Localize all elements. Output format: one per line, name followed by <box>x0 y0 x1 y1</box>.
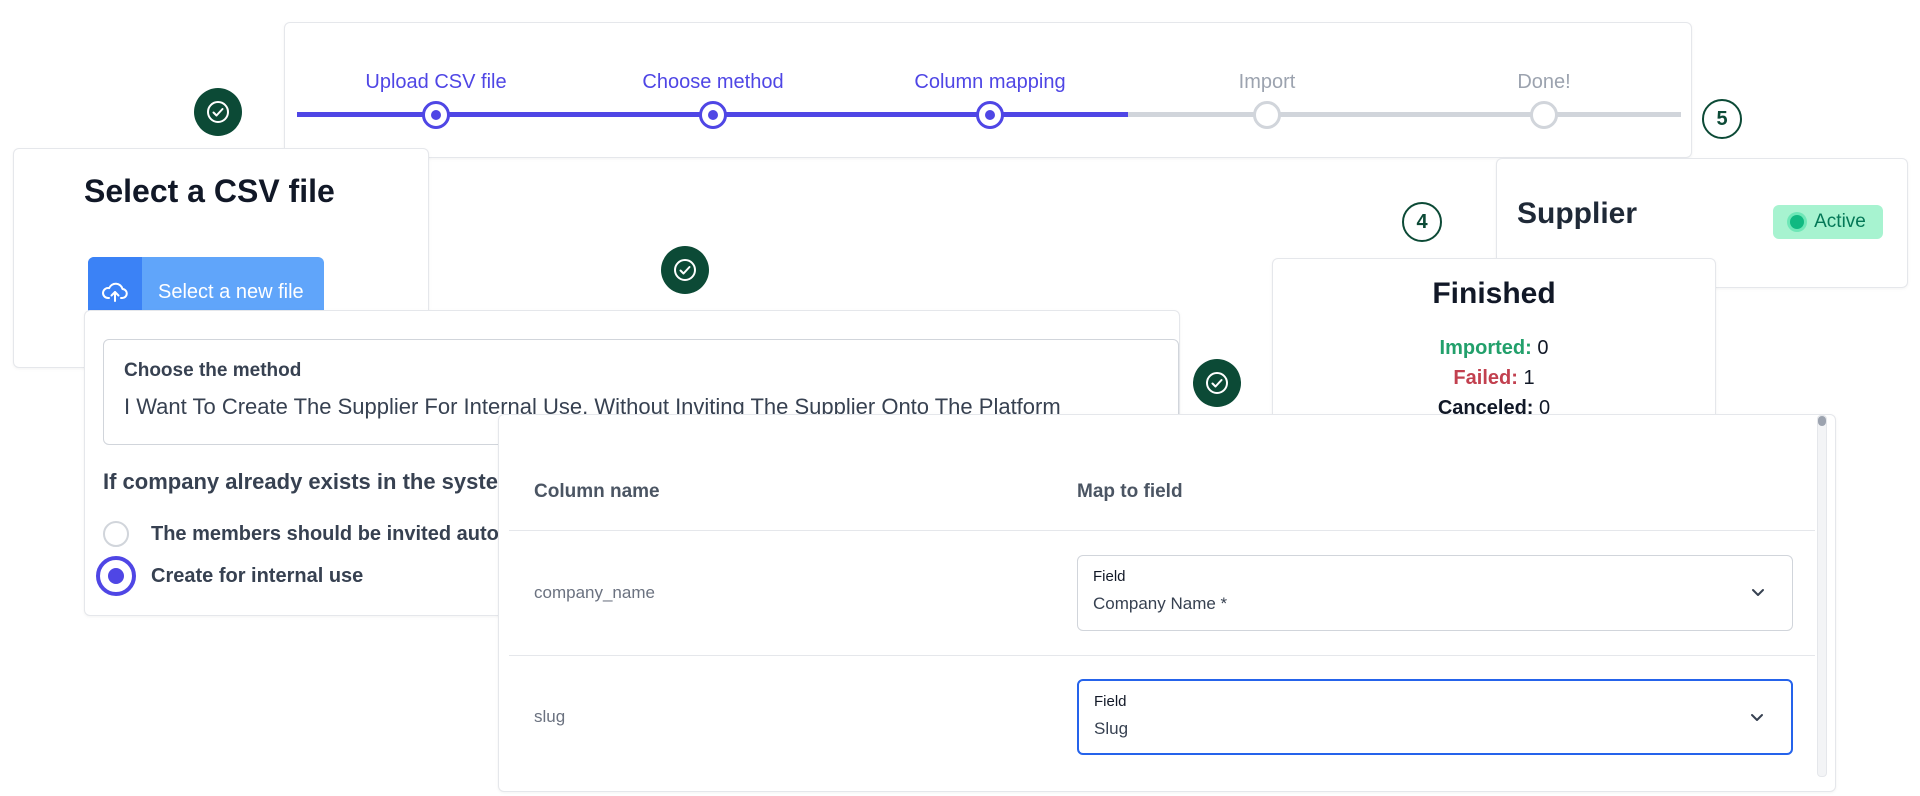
failed-value: 1 <box>1523 367 1535 389</box>
chevron-down-icon <box>1752 589 1764 596</box>
scrollbar-thumb[interactable] <box>1818 416 1826 426</box>
column-name-header: Column name <box>534 481 660 502</box>
field-select-label: Field <box>1094 693 1127 710</box>
chevron-down-icon <box>1751 714 1763 721</box>
radio-unselected[interactable] <box>103 521 129 547</box>
radio-option-label: Create for internal use <box>151 564 364 587</box>
check-circle-icon <box>1193 359 1241 407</box>
vertical-scrollbar[interactable] <box>1817 415 1827 777</box>
failed-label: Failed: <box>1453 367 1518 389</box>
method-label: Choose the method <box>124 360 302 381</box>
step-number-badge: 5 <box>1702 99 1742 139</box>
table-divider <box>509 530 1815 531</box>
stepper-remaining-track <box>1128 112 1681 117</box>
step-column-mapping-label[interactable]: Column mapping <box>880 71 1100 94</box>
step-import-label: Import <box>1238 71 1296 93</box>
radio-selected[interactable] <box>96 556 136 596</box>
select-new-file-label: Select a new file <box>158 280 304 303</box>
csv-card-title: Select a CSV file <box>84 173 335 209</box>
field-select-label: Field <box>1093 568 1126 585</box>
field-select[interactable]: Field Slug <box>1077 679 1793 755</box>
column-mapping-card: Column name Map to field company_name Fi… <box>498 414 1836 792</box>
failed-row: Failed: 1 <box>1273 367 1715 390</box>
check-circle-icon <box>661 246 709 294</box>
table-divider <box>509 655 1815 656</box>
status-dot-icon <box>1790 215 1805 229</box>
supplier-name: Supplier <box>1517 197 1638 230</box>
step-column-mapping-dot[interactable] <box>976 101 1004 129</box>
step-done-dot <box>1530 101 1558 129</box>
radio-option-internal-use[interactable]: Create for internal use <box>96 556 364 596</box>
step-number-badge: 4 <box>1402 202 1442 242</box>
field-select[interactable]: Field Company Name * <box>1077 555 1793 631</box>
imported-value: 0 <box>1537 337 1549 359</box>
field-select-value: Company Name * <box>1093 594 1228 613</box>
status-badge: Active <box>1773 205 1883 239</box>
imported-label: Imported: <box>1439 337 1532 359</box>
column-name-cell: company_name <box>534 583 655 602</box>
column-name-cell: slug <box>534 707 566 726</box>
check-circle-icon <box>194 88 242 136</box>
step-upload-csv-dot[interactable] <box>422 101 450 129</box>
step-import-dot <box>1253 101 1281 129</box>
step-choose-method-label[interactable]: Choose method <box>603 71 823 94</box>
imported-row: Imported: 0 <box>1273 337 1715 360</box>
step-done-label: Done! <box>1517 71 1571 93</box>
field-select-value: Slug <box>1094 719 1129 738</box>
step-choose-method-dot[interactable] <box>699 101 727 129</box>
import-stepper: Upload CSV file Choose method Column map… <box>284 22 1692 158</box>
step-upload-csv-label[interactable]: Upload CSV file <box>326 71 546 94</box>
company-exists-question: If company already exists in the system <box>103 469 518 494</box>
status-text: Active <box>1814 211 1866 232</box>
finished-title: Finished <box>1432 277 1556 310</box>
map-to-field-header: Map to field <box>1077 481 1183 502</box>
